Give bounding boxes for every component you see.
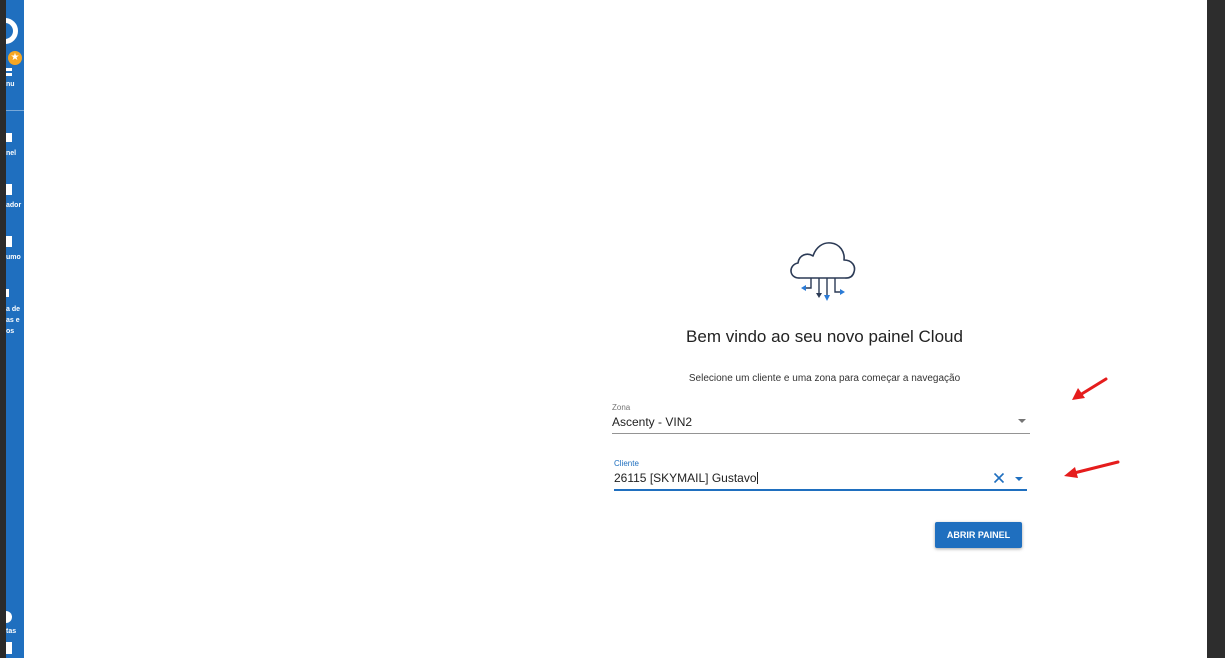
brand-logo[interactable] [6, 18, 18, 44]
cliente-input[interactable]: 26115 [SKYMAIL] Gustavo [614, 471, 758, 485]
sidebar-divider [6, 110, 24, 111]
cliente-autocomplete[interactable]: Cliente 26115 [SKYMAIL] Gustavo [614, 459, 1027, 492]
sidebar-item-label: tas [6, 628, 17, 635]
sidebar: ★ nu nel ador umo a de as e os tas [6, 0, 24, 658]
text-cursor [756, 472, 758, 484]
welcome-title: Bem vindo ao seu novo painel Cloud [686, 327, 963, 346]
open-panel-button[interactable]: ABRIR PAINEL [935, 522, 1022, 548]
sidebar-item-lista[interactable]: a de as e os [6, 284, 24, 344]
red-arrow-annotation-icon [1072, 377, 1108, 400]
zona-select[interactable]: Zona Ascenty - VIN2 [612, 403, 1030, 435]
zona-value: Ascenty - VIN2 [612, 415, 693, 429]
main-content [24, 0, 1207, 658]
dashboard-icon [6, 133, 12, 142]
sidebar-item-painel[interactable]: nel [6, 128, 24, 160]
consumption-icon [6, 236, 12, 247]
arrow-drop-down-icon[interactable] [1018, 419, 1026, 423]
sidebar-item-label: nu [6, 81, 15, 88]
red-arrow-annotation-icon [1064, 460, 1120, 478]
sidebar-item-menu[interactable]: nu [6, 60, 24, 90]
welcome-subtitle: Selecione um cliente e uma zona para com… [688, 373, 961, 384]
sidebar-item-label: ador [6, 202, 22, 209]
cliente-value: 26115 [SKYMAIL] Gustavo [614, 471, 757, 485]
menu-icon [6, 68, 12, 71]
cliente-label: Cliente [614, 459, 639, 468]
sidebar-item-gerenciador[interactable]: ador [6, 180, 24, 212]
cliente-underline [614, 489, 1027, 491]
arrow-drop-down-icon[interactable] [1015, 477, 1023, 481]
list-icon [6, 289, 9, 297]
menu-icon-bar [6, 73, 12, 76]
zona-label: Zona [612, 403, 631, 412]
sidebar-item-bottom[interactable]: tas [6, 622, 24, 654]
zona-underline [612, 433, 1030, 434]
right-window-gutter [1207, 0, 1225, 658]
settings-icon [6, 642, 12, 654]
cloud-sync-icon [790, 242, 856, 301]
sidebar-item-consumo[interactable]: umo [6, 232, 24, 264]
sidebar-item-label: umo [6, 254, 21, 261]
manager-icon [6, 184, 12, 195]
sidebar-item-label: a de as e os [6, 306, 21, 335]
sidebar-item-label: nel [6, 150, 17, 157]
close-icon[interactable] [993, 472, 1005, 484]
